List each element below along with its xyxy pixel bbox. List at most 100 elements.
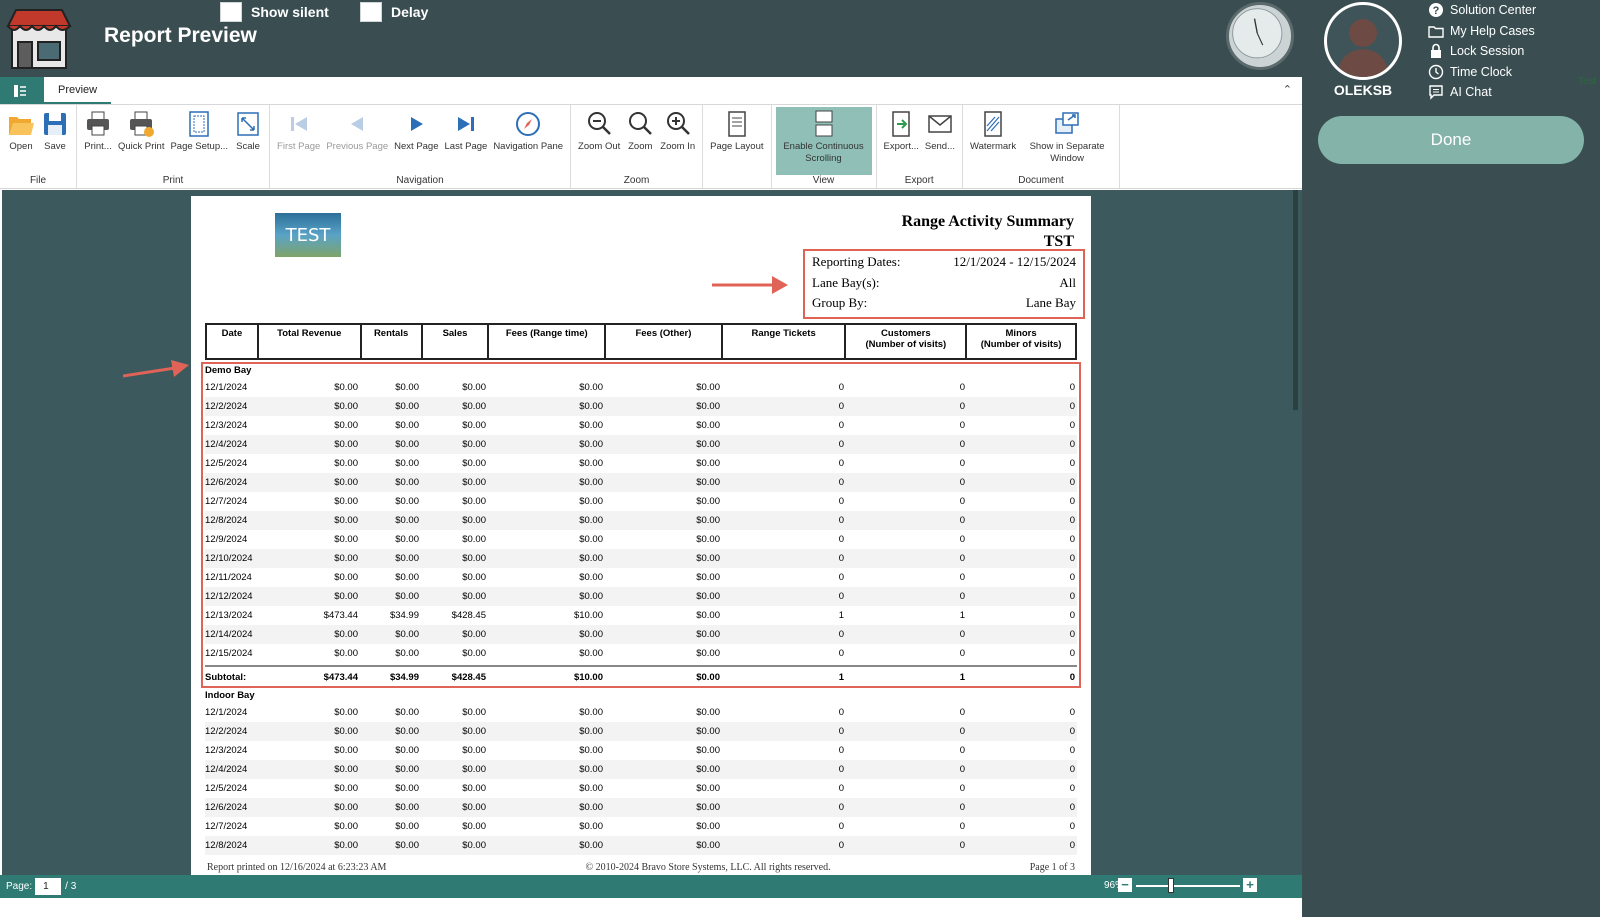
page-setup-button[interactable]: Page Setup...: [167, 107, 231, 175]
table-cell: $0.00: [462, 420, 486, 431]
zoom-out-button[interactable]: Zoom Out: [575, 107, 623, 175]
print-group-label: Print: [162, 174, 184, 186]
table-cell: 0: [838, 783, 844, 794]
zoom-slider-track[interactable]: [1136, 885, 1240, 887]
report-footer: Report printed on 12/16/2024 at 6:23:23 …: [207, 862, 1075, 873]
table-cell: 0: [959, 629, 965, 640]
table-cell: 0: [1069, 745, 1075, 756]
page-number-input[interactable]: 1: [35, 878, 62, 895]
table-cell: $0.00: [462, 648, 486, 659]
continuous-scrolling-button[interactable]: Enable Continuous Scrolling: [775, 107, 872, 175]
table-row: 12/4/2024 $0.00 $0.00 $0.00 $0.00 $0.00 0 0 0: [205, 435, 1077, 454]
table-row: 12/5/2024 $0.00 $0.00 $0.00 $0.00 $0.00 0 0 0: [205, 779, 1077, 798]
ai-chat-link[interactable]: AI Chat: [1428, 82, 1536, 103]
navigation-pane-button[interactable]: Navigation Pane: [490, 107, 566, 175]
table-cell: $0.00: [395, 745, 419, 756]
table-cell: 12/2/2024: [205, 401, 248, 412]
export-button[interactable]: Export...: [881, 107, 922, 175]
scale-button[interactable]: Scale: [231, 107, 265, 175]
previous-page-icon: [351, 117, 364, 131]
save-icon: [44, 113, 66, 135]
table-cell: $34.99: [389, 610, 419, 621]
table-cell: $0.00: [334, 534, 358, 545]
table-cell: $0.00: [696, 840, 720, 851]
send-button[interactable]: Send...: [922, 107, 958, 175]
zoom-minus-button[interactable]: −: [1118, 878, 1132, 892]
tab-preview[interactable]: Preview: [44, 77, 112, 104]
table-cell: $0.00: [334, 726, 358, 737]
open-label: Open: [9, 141, 33, 152]
folder-open-icon: [9, 117, 34, 135]
save-button[interactable]: Save: [38, 107, 72, 175]
table-cell: $0.00: [462, 726, 486, 737]
table-cell: 0: [838, 764, 844, 775]
page-layout-icon: [728, 111, 746, 137]
app-menu-button[interactable]: [0, 77, 44, 104]
table-cell: $0.00: [579, 802, 603, 813]
table-cell: 0: [959, 707, 965, 718]
zoom-plus-button[interactable]: +: [1243, 878, 1257, 892]
next-page-button[interactable]: Next Page: [391, 107, 441, 175]
quick-print-button[interactable]: Quick Print: [115, 107, 167, 175]
table-cell: $0.00: [462, 515, 486, 526]
my-help-cases-link[interactable]: My Help Cases: [1428, 21, 1536, 42]
table-cell: $0.00: [395, 707, 419, 718]
collapse-ribbon-icon[interactable]: ⌃: [1283, 83, 1292, 96]
checkbox-box[interactable]: [360, 2, 382, 22]
open-button[interactable]: Open: [4, 107, 38, 175]
table-cell: 0: [959, 439, 965, 450]
table-cell: 0: [838, 382, 844, 393]
subtotal-row: Subtotal: $473.44 $34.99 $428.45 $10.00 $0.00…: [205, 665, 1077, 687]
zoom-button[interactable]: Zoom: [623, 107, 657, 175]
table-cell: $0.00: [395, 572, 419, 583]
document-group-label: Document: [1018, 174, 1064, 186]
done-button[interactable]: Done: [1318, 116, 1584, 164]
table-cell: $0.00: [579, 707, 603, 718]
table-cell: $0.00: [334, 629, 358, 640]
table-cell: 0: [959, 458, 965, 469]
zoom-slider-thumb[interactable]: [1168, 878, 1174, 893]
separate-window-button[interactable]: Show in Separate Window: [1019, 107, 1115, 175]
my-help-cases-label: My Help Cases: [1450, 23, 1535, 38]
print-button[interactable]: Print...: [81, 107, 115, 175]
report-viewer[interactable]: TEST Range Activity Summary TST Reportin…: [2, 190, 1302, 875]
last-page-icon: [457, 117, 474, 131]
table-cell: 0: [1069, 802, 1075, 813]
table-cell: $0.00: [579, 534, 603, 545]
reporting-dates-label: Reporting Dates:: [812, 254, 901, 269]
lock-session-link[interactable]: Lock Session: [1428, 41, 1536, 62]
delay-checkbox[interactable]: Delay: [360, 2, 428, 22]
table-row: 12/9/2024 $0.00 $0.00 $0.00 $0.00 $0.00 0 0 0: [205, 530, 1077, 549]
export-group: Export... Send... Export: [877, 105, 963, 188]
time-clock-link[interactable]: Time Clock: [1428, 62, 1536, 83]
previous-page-button[interactable]: Previous Page: [323, 107, 391, 175]
table-cell: $0.00: [334, 420, 358, 431]
user-avatar[interactable]: [1324, 2, 1402, 80]
report-column-headers: Date Total Revenue Rentals Sales Fees (Range…: [205, 323, 1077, 360]
checkbox-box[interactable]: [220, 2, 242, 22]
top-header: Report Preview Show silent Delay OLEKSB …: [0, 0, 1600, 100]
app-title: Report Preview: [104, 24, 257, 47]
last-page-button[interactable]: Last Page: [442, 107, 491, 175]
watermark-button[interactable]: Watermark: [967, 107, 1019, 175]
store-icon: [6, 8, 72, 70]
show-silent-checkbox[interactable]: Show silent: [220, 2, 329, 22]
table-cell: $0.00: [696, 553, 720, 564]
table-cell: $428.45: [451, 671, 486, 683]
zoom-in-button[interactable]: Zoom In: [657, 107, 698, 175]
table-cell: $0.00: [696, 534, 720, 545]
table-cell: $0.00: [334, 401, 358, 412]
page-layout-button[interactable]: Page Layout: [707, 107, 766, 175]
table-cell: Subtotal:: [205, 671, 247, 683]
menu-icon: [14, 84, 26, 97]
vertical-scrollbar[interactable]: [1293, 190, 1298, 410]
first-page-button[interactable]: First Page: [274, 107, 323, 175]
solution-center-link[interactable]: ? Solution Center: [1428, 0, 1536, 21]
footer-page: Page 1 of 3: [1029, 862, 1075, 873]
first-page-label: First Page: [277, 141, 321, 152]
table-cell: 0: [959, 802, 965, 813]
delay-label: Delay: [391, 4, 429, 20]
report-title: Range Activity Summary: [901, 213, 1074, 230]
watermark-label: Watermark: [969, 141, 1017, 152]
table-cell: 0: [838, 648, 844, 659]
